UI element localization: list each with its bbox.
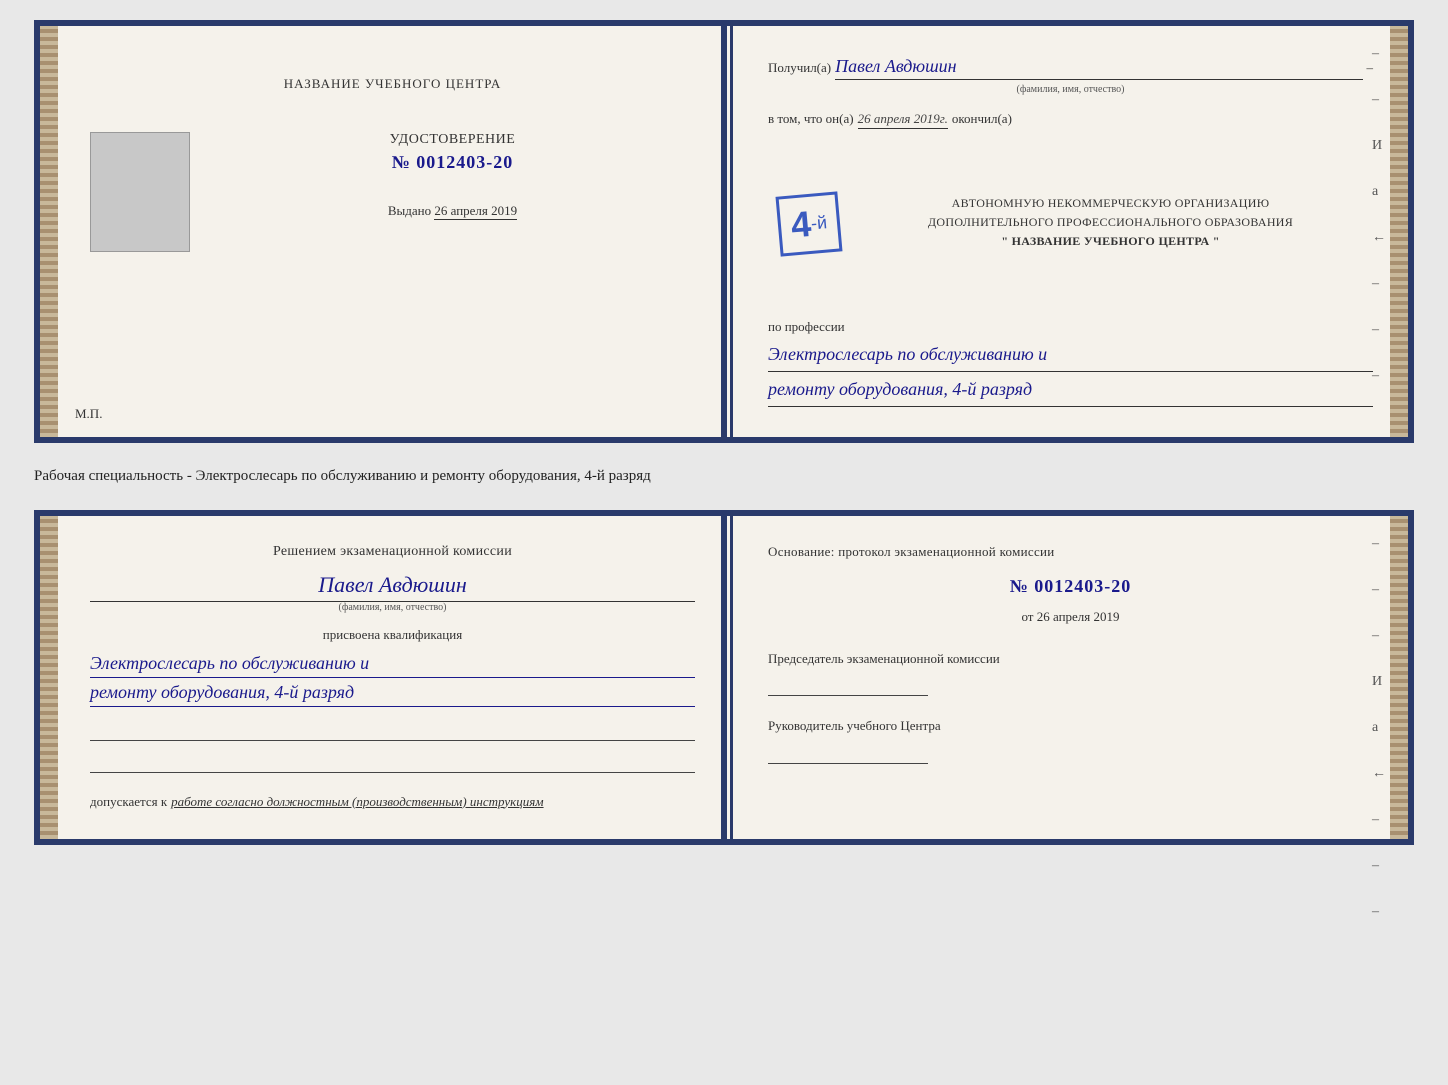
- qualification-line2: ремонту оборудования, 4-й разряд: [90, 682, 695, 707]
- protocol-number-value: 0012403-20: [1034, 576, 1131, 596]
- blank-lines: [90, 723, 695, 773]
- dopuskaetsya-label: допускается к: [90, 794, 167, 809]
- dash-5: ←: [1372, 230, 1386, 246]
- dash-3: И: [1372, 138, 1386, 154]
- received-label: Получил(а): [768, 60, 831, 76]
- dash-2: –: [1372, 92, 1386, 108]
- b-dash-6: ←: [1372, 766, 1386, 782]
- top-booklet-left: НАЗВАНИЕ УЧЕБНОГО ЦЕНТРА УДОСТОВЕРЕНИЕ №…: [40, 26, 733, 437]
- director-section: Руководитель учебного Центра: [768, 716, 1373, 764]
- description-text: Рабочая специальность - Электрослесарь п…: [34, 461, 1414, 492]
- stamp-grade-number: 4: [789, 203, 813, 246]
- chairman-section: Председатель экзаменационной комиссии: [768, 649, 1373, 697]
- ot-date-value: 26 апреля 2019: [1037, 609, 1120, 624]
- issued-label: Выдано: [388, 203, 431, 218]
- dash-7: –: [1372, 322, 1386, 338]
- fio-subtitle: (фамилия, имя, отчество): [768, 84, 1373, 95]
- ot-prefix: от: [1021, 609, 1033, 624]
- ot-date-line: от 26 апреля 2019: [768, 609, 1373, 625]
- cert-number-prefix: №: [392, 152, 411, 172]
- bottom-booklet-left: Решением экзаменационной комиссии Павел …: [40, 516, 733, 839]
- mp-label: М.П.: [75, 406, 102, 422]
- qualification-line1: Электрослесарь по обслуживанию и: [90, 653, 695, 678]
- dash-4: а: [1372, 184, 1386, 200]
- chairman-signature-line: [768, 676, 928, 696]
- top-booklet-right: Получил(а) Павел Авдюшин – (фамилия, имя…: [733, 26, 1408, 437]
- org-lines: АВТОНОМНУЮ НЕКОММЕРЧЕСКУЮ ОРГАНИЗАЦИЮ ДО…: [768, 189, 1373, 252]
- dopuskaetsya-section: допускается к работе согласно должностны…: [90, 793, 695, 811]
- dash-6: –: [1372, 276, 1386, 292]
- cert-number-value: 0012403-20: [416, 152, 513, 172]
- b-dash-9: –: [1372, 904, 1386, 920]
- cert-label: УДОСТОВЕРЕНИЕ: [210, 132, 695, 148]
- cert-photo-area: УДОСТОВЕРЕНИЕ № 0012403-20 Выдано 26 апр…: [90, 132, 695, 252]
- b-dash-4: И: [1372, 674, 1386, 690]
- dopuskaetsya-value: работе согласно должностным (производств…: [171, 794, 543, 809]
- protocol-number-prefix: №: [1010, 576, 1029, 596]
- right-margin-dashes: – – И а ← – – –: [1372, 46, 1386, 384]
- bottom-right-margin-dashes: – – – И а ← – – –: [1372, 536, 1386, 920]
- profession-value-line2: ремонту оборудования, 4-й разряд: [768, 376, 1373, 407]
- received-name: Павел Авдюшин: [835, 56, 1362, 80]
- photo-placeholder: [90, 132, 190, 252]
- grade-stamp: 4-й: [776, 191, 843, 256]
- org-line1: АВТОНОМНУЮ НЕКОММЕРЧЕСКУЮ ОРГАНИЗАЦИЮ: [848, 194, 1373, 213]
- right-binding-strip: [1390, 26, 1408, 437]
- dash-8: –: [1372, 368, 1386, 384]
- received-line: Получил(а) Павел Авдюшин –: [768, 56, 1373, 80]
- po-professii-label: по профессии: [768, 319, 1373, 335]
- chairman-label: Председатель экзаменационной комиссии: [768, 649, 1373, 669]
- bottom-booklet: Решением экзаменационной комиссии Павел …: [34, 510, 1414, 845]
- b-dash-5: а: [1372, 720, 1386, 736]
- director-signature-line: [768, 744, 928, 764]
- bottom-right-binding-strip: [1390, 516, 1408, 839]
- fio-sub-bottom: (фамилия, имя, отчество): [90, 602, 695, 613]
- b-dash-7: –: [1372, 812, 1386, 828]
- person-name-cursive: Павел Авдюшин: [90, 572, 695, 602]
- cert-number-section: УДОСТОВЕРЕНИЕ № 0012403-20 Выдано 26 апр…: [210, 132, 695, 219]
- b-dash-3: –: [1372, 628, 1386, 644]
- protocol-number: № 0012403-20: [768, 576, 1373, 597]
- org-line2: ДОПОЛНИТЕЛЬНОГО ПРОФЕССИОНАЛЬНОГО ОБРАЗО…: [848, 213, 1373, 232]
- profession-section: по профессии Электрослесарь по обслужива…: [768, 319, 1373, 407]
- b-dash-2: –: [1372, 582, 1386, 598]
- v-tom-date: 26 апреля 2019г.: [858, 111, 948, 129]
- commission-title: Решением экзаменационной комиссии: [90, 544, 695, 560]
- okonchil-label: окончил(а): [952, 111, 1012, 127]
- dash-1: –: [1372, 46, 1386, 62]
- b-dash-1: –: [1372, 536, 1386, 552]
- v-tom-line: в том, что он(а) 26 апреля 2019г. окончи…: [768, 111, 1373, 129]
- org-name-line: " НАЗВАНИЕ УЧЕБНОГО ЦЕНТРА ": [848, 232, 1373, 251]
- b-dash-8: –: [1372, 858, 1386, 874]
- cert-number: № 0012403-20: [210, 152, 695, 173]
- blank-line-2: [90, 755, 695, 773]
- v-tom-label: в том, что он(а): [768, 111, 854, 127]
- cert-issued: Выдано 26 апреля 2019: [210, 203, 695, 219]
- bottom-booklet-right: Основание: протокол экзаменационной коми…: [733, 516, 1408, 839]
- prisvoena-label: присвоена квалификация: [90, 627, 695, 643]
- blank-line-1: [90, 723, 695, 741]
- training-center-title: НАЗВАНИЕ УЧЕБНОГО ЦЕНТРА: [90, 76, 695, 92]
- stamp-grade-suffix: -й: [810, 212, 828, 233]
- issued-date: 26 апреля 2019: [434, 203, 517, 220]
- top-booklet: НАЗВАНИЕ УЧЕБНОГО ЦЕНТРА УДОСТОВЕРЕНИЕ №…: [34, 20, 1414, 443]
- osnovanie-title: Основание: протокол экзаменационной коми…: [768, 544, 1373, 560]
- profession-value-line1: Электрослесарь по обслуживанию и: [768, 341, 1373, 372]
- director-label: Руководитель учебного Центра: [768, 716, 1373, 736]
